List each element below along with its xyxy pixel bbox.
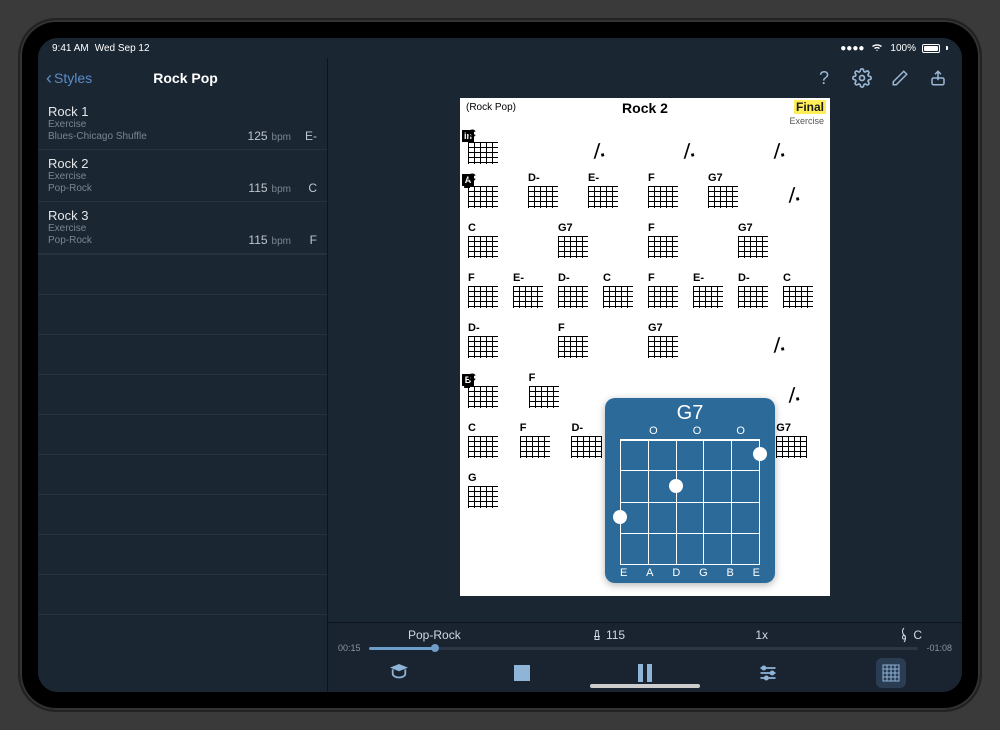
- status-time: 9:41 AM: [52, 43, 89, 54]
- final-tag: Final: [794, 100, 826, 114]
- progress-bar[interactable]: [369, 647, 919, 650]
- empty-list-area: [38, 254, 327, 615]
- share-button[interactable]: [928, 68, 948, 88]
- sidebar-header: ‹ Styles Rock Pop: [38, 58, 327, 98]
- bpm-unit: bpm: [272, 132, 291, 143]
- sheet-title: Rock 2: [460, 100, 830, 116]
- status-bar: 9:41 AM Wed Sep 12 ●●●● 100%: [38, 38, 962, 58]
- song-bpm: 115: [248, 181, 267, 195]
- song-item[interactable]: Rock 1 Exercise Blues-Chicago Shuffle 12…: [38, 98, 327, 150]
- exercise-tag: Exercise: [789, 116, 824, 126]
- help-button[interactable]: ?: [814, 68, 834, 88]
- song-title: Rock 3: [48, 208, 317, 223]
- song-key: C: [301, 181, 317, 195]
- bpm-unit: bpm: [272, 184, 291, 195]
- sheet-area[interactable]: Rock 2 (Rock Pop) Final Exercise in C: [328, 98, 962, 622]
- player-style[interactable]: Pop-Rock: [408, 628, 461, 642]
- string-labels: E A D G B E: [620, 567, 760, 579]
- song-list[interactable]: Rock 1 Exercise Blues-Chicago Shuffle 12…: [38, 98, 327, 692]
- sidebar-title: Rock Pop: [92, 70, 279, 86]
- song-title: Rock 2: [48, 156, 317, 171]
- song-key: F: [301, 233, 317, 247]
- player-tempo: 115: [606, 628, 625, 642]
- edit-button[interactable]: [890, 68, 910, 88]
- tablet-frame: 9:41 AM Wed Sep 12 ●●●● 100% ‹ Styles: [20, 20, 980, 710]
- back-button[interactable]: ‹ Styles: [46, 69, 92, 87]
- pause-button[interactable]: [630, 658, 660, 688]
- screen: 9:41 AM Wed Sep 12 ●●●● 100% ‹ Styles: [38, 38, 962, 692]
- battery-pct: 100%: [890, 43, 916, 54]
- progress-knob[interactable]: [431, 644, 439, 652]
- song-bpm: 115: [248, 233, 267, 247]
- song-bpm: 125: [248, 129, 268, 143]
- chord-diagram: [620, 439, 760, 565]
- song-title: Rock 1: [48, 104, 317, 119]
- bpm-unit: bpm: [272, 236, 291, 247]
- player-key-button[interactable]: C: [898, 627, 922, 643]
- chord-open-markers: O O O: [649, 425, 761, 437]
- settings-button[interactable]: [852, 68, 872, 88]
- back-label: Styles: [54, 70, 92, 86]
- metronome-icon[interactable]: 115: [591, 628, 625, 642]
- elapsed-time: 00:15: [338, 643, 361, 653]
- wifi-icon: [870, 42, 884, 55]
- topbar: ?: [328, 58, 962, 98]
- chord-overlay-name: G7: [677, 402, 704, 425]
- mixer-button[interactable]: [753, 658, 783, 688]
- practice-mode-button[interactable]: [384, 658, 414, 688]
- home-indicator[interactable]: [590, 684, 700, 688]
- chevron-left-icon: ‹: [46, 69, 52, 87]
- song-key: E-: [301, 129, 317, 143]
- sidebar: ‹ Styles Rock Pop Rock 1 Exercise Blues-…: [38, 58, 328, 692]
- chord-overlay[interactable]: G7 O O O E A D G: [605, 398, 775, 583]
- signal-icon: ●●●●: [840, 43, 864, 54]
- player-bar: Pop-Rock 115 1x C: [328, 622, 962, 692]
- main-pane: ? Rock 2 (Rock Pop) Final: [328, 58, 962, 692]
- chord-sheet[interactable]: Rock 2 (Rock Pop) Final Exercise in C: [460, 98, 830, 596]
- chord-view-button[interactable]: [876, 658, 906, 688]
- status-date: Wed Sep 12: [95, 43, 150, 54]
- stop-button[interactable]: [507, 658, 537, 688]
- song-item[interactable]: Rock 3 Exercise Pop-Rock 115 bpm F: [38, 202, 327, 254]
- song-item[interactable]: Rock 2 Exercise Pop-Rock 115 bpm C: [38, 150, 327, 202]
- remaining-time: -01:08: [926, 643, 952, 653]
- battery-icon: [922, 44, 940, 53]
- player-speed[interactable]: 1x: [755, 628, 768, 642]
